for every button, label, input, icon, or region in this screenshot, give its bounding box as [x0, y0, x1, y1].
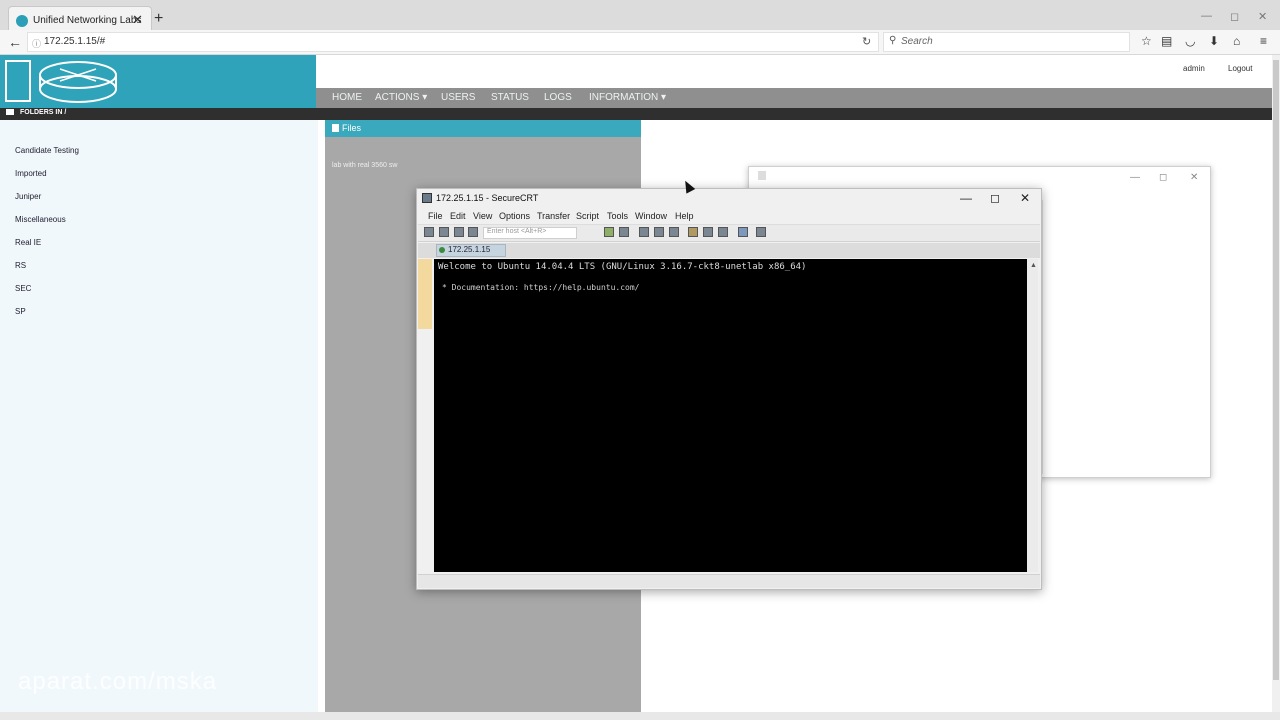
browser-minimize-button[interactable]: — — [1201, 10, 1212, 22]
quick-connect-icon[interactable] — [439, 227, 449, 237]
terminal-line: * Documentation: https://help.ubuntu.com… — [442, 283, 640, 292]
bg-minimize-button[interactable]: — — [1130, 172, 1140, 183]
folder-item[interactable]: SEC — [15, 284, 31, 293]
menu-options[interactable]: Options — [499, 211, 530, 221]
print-icon[interactable] — [654, 227, 664, 237]
file-item[interactable]: lab with real 3560 sw — [332, 162, 397, 169]
menu-transfer[interactable]: Transfer — [537, 211, 570, 221]
folder-icon — [6, 109, 14, 115]
nav-users[interactable]: USERS — [441, 92, 475, 103]
scroll-up-arrow-icon[interactable]: ▲ — [1030, 262, 1037, 269]
nav-logs[interactable]: LOGS — [544, 92, 572, 103]
info-icon[interactable]: ⓘ — [32, 37, 41, 50]
securecrt-title: 172.25.1.15 - SecureCRT — [436, 193, 539, 203]
bookmark-star-icon[interactable]: ☆ — [1141, 34, 1152, 48]
paste-icon[interactable] — [619, 227, 629, 237]
copy-icon[interactable] — [604, 227, 614, 237]
user-name-link[interactable]: admin — [1183, 64, 1205, 73]
sftp-icon[interactable] — [688, 227, 698, 237]
menu-edit[interactable]: Edit — [450, 211, 466, 221]
menu-window[interactable]: Window — [635, 211, 667, 221]
terminal-screen[interactable] — [434, 259, 1027, 572]
disconnect-icon[interactable] — [468, 227, 478, 237]
menu-view[interactable]: View — [473, 211, 492, 221]
watermark: aparat.com/mska — [18, 668, 218, 695]
folders-title: FOLDERS IN / — [20, 109, 67, 116]
bg-maximize-button[interactable]: ◻ — [1159, 172, 1167, 183]
search-placeholder[interactable]: Search — [901, 36, 933, 47]
reconnect-icon[interactable] — [454, 227, 464, 237]
menu-tools[interactable]: Tools — [607, 211, 628, 221]
menu-icon[interactable]: ≡ — [1260, 34, 1267, 48]
reading-list-icon[interactable]: ▤ — [1161, 34, 1172, 48]
folders-header — [0, 108, 1280, 120]
home-icon[interactable]: ⌂ — [1233, 34, 1240, 48]
menu-file[interactable]: File — [428, 211, 443, 221]
back-arrow-icon[interactable]: ← — [8, 34, 22, 50]
background-window-panel — [1042, 200, 1207, 474]
url-text[interactable]: 172.25.1.15/# — [44, 36, 105, 47]
keymap-icon[interactable] — [703, 227, 713, 237]
session-tab-bar — [418, 243, 1040, 258]
crt-close-button[interactable]: ✕ — [1020, 191, 1030, 205]
url-bar[interactable] — [27, 32, 879, 52]
files-header — [325, 120, 641, 137]
nav-information[interactable]: INFORMATION ▾ — [589, 92, 666, 103]
crt-minimize-button[interactable]: — — [960, 191, 972, 205]
menu-script[interactable]: Script — [576, 211, 599, 221]
browser-close-button[interactable]: ✕ — [1258, 10, 1267, 23]
unl-logo-icon — [5, 60, 117, 103]
menu-help[interactable]: Help — [675, 211, 694, 221]
bg-close-button[interactable]: ✕ — [1190, 172, 1198, 183]
session-manager-strip[interactable] — [418, 259, 432, 329]
session-tab-label: 172.25.1.15 — [448, 245, 491, 254]
folder-item[interactable]: Real IE — [15, 238, 41, 247]
session-status-icon — [439, 247, 445, 253]
nav-actions[interactable]: ACTIONS ▾ — [375, 92, 427, 103]
options-icon[interactable] — [718, 227, 728, 237]
toolbar-more-icon[interactable] — [756, 227, 766, 237]
nav-home[interactable]: HOME — [332, 92, 362, 103]
new-tab-button[interactable]: + — [154, 10, 163, 28]
page-scrollbar-thumb[interactable] — [1273, 60, 1279, 680]
tab-close-icon[interactable]: ✕ — [132, 12, 143, 28]
browser-maximize-button[interactable]: ◻ — [1230, 10, 1239, 23]
folder-item[interactable]: Imported — [15, 169, 47, 178]
browser-tab-title: Unified Networking Labs — [33, 15, 142, 26]
background-window-icon — [758, 171, 766, 180]
unl-logo[interactable] — [0, 55, 316, 108]
files-title: Files — [342, 123, 362, 133]
search-icon: ⚲ — [889, 35, 897, 46]
folder-item[interactable]: Candidate Testing — [15, 146, 79, 155]
connect-icon[interactable] — [424, 227, 434, 237]
file-icon — [332, 124, 339, 132]
find-icon[interactable] — [639, 227, 649, 237]
pocket-icon[interactable]: ◡ — [1185, 34, 1195, 48]
folder-item[interactable]: Juniper — [15, 192, 41, 201]
terminal-scrollbar[interactable] — [1027, 259, 1038, 572]
folder-item[interactable]: SP — [15, 307, 26, 316]
folder-item[interactable]: RS — [15, 261, 26, 270]
folders-sidebar — [0, 120, 318, 712]
securecrt-status-bar — [418, 574, 1040, 588]
folder-item[interactable]: Miscellaneous — [15, 215, 66, 224]
help-icon[interactable] — [738, 227, 748, 237]
downloads-icon[interactable]: ⬇ — [1209, 34, 1219, 48]
settings-icon[interactable] — [669, 227, 679, 237]
logout-link[interactable]: Logout — [1228, 64, 1252, 73]
unl-favicon-icon — [16, 15, 28, 27]
crt-maximize-button[interactable]: ◻ — [990, 191, 1000, 205]
bottom-strip — [0, 712, 1280, 720]
reload-icon[interactable]: ↻ — [862, 35, 871, 48]
enter-host-placeholder: Enter host <Alt+R> — [487, 228, 547, 235]
terminal-line: Welcome to Ubuntu 14.04.4 LTS (GNU/Linux… — [438, 262, 807, 272]
securecrt-app-icon — [422, 193, 432, 203]
nav-status[interactable]: STATUS — [491, 92, 529, 103]
